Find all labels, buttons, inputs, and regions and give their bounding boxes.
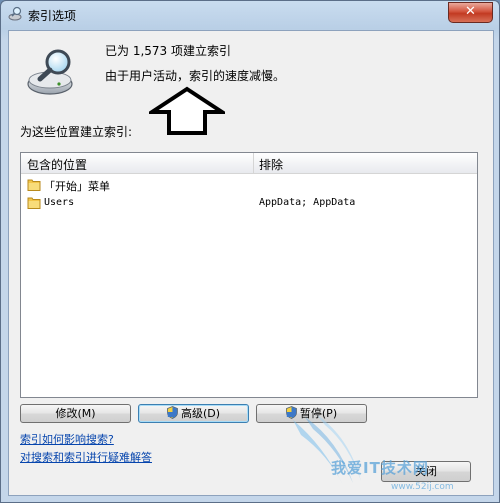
indexed-locations-list[interactable]: 包含的位置 排除 「开始」菜单 Users AppData; AppData	[20, 152, 478, 398]
pause-button-label: 暂停(P)	[299, 407, 338, 420]
modify-button[interactable]: 修改(M)	[20, 404, 131, 423]
column-divider[interactable]	[253, 153, 254, 173]
window-close-button[interactable]: ✕	[448, 2, 493, 23]
watermark-url: www.52ij.com	[391, 482, 454, 492]
list-header: 包含的位置 排除	[21, 153, 477, 174]
dialog-content: 已为 1,573 项建立索引 由于用户活动，索引的速度减慢。 为这些位置建立索引…	[8, 30, 494, 496]
locations-label: 为这些位置建立索引:	[20, 125, 133, 139]
location-name: Users	[44, 197, 75, 208]
location-exclude: AppData; AppData	[259, 197, 356, 208]
advanced-button[interactable]: 高级(D)	[138, 404, 249, 423]
location-name: 「开始」菜单	[44, 180, 110, 193]
title-bar[interactable]: 索引选项 ✕	[1, 1, 499, 29]
how-indexing-affects-link[interactable]: 索引如何影响搜索?	[20, 431, 114, 447]
list-item[interactable]: 「开始」菜单	[21, 177, 477, 195]
uac-shield-icon	[167, 406, 178, 419]
folder-icon	[27, 197, 41, 209]
troubleshoot-link[interactable]: 对搜索和索引进行疑难解答	[20, 449, 152, 465]
folder-icon	[27, 179, 41, 191]
list-item[interactable]: Users AppData; AppData	[21, 195, 477, 213]
indexing-options-icon	[8, 6, 22, 21]
advanced-button-label: 高级(D)	[180, 407, 221, 420]
column-header-exclude[interactable]: 排除	[259, 156, 283, 173]
indexed-count-text: 已为 1,573 项建立索引	[105, 44, 231, 58]
watermark-text: 我爱IT技术网	[331, 459, 429, 477]
column-header-included[interactable]: 包含的位置	[27, 156, 87, 173]
magnifier-drive-icon	[27, 49, 73, 95]
window-title: 索引选项	[28, 9, 77, 23]
dialog-window: 索引选项 ✕ 已为 1,573 项建立索引 由于用户活动，索引的速度减慢。 为这…	[0, 0, 500, 503]
annotation-up-arrow-icon	[149, 86, 225, 135]
indexing-status-text: 由于用户活动，索引的速度减慢。	[105, 69, 286, 83]
pause-button[interactable]: 暂停(P)	[256, 404, 367, 423]
uac-shield-icon	[285, 406, 297, 419]
